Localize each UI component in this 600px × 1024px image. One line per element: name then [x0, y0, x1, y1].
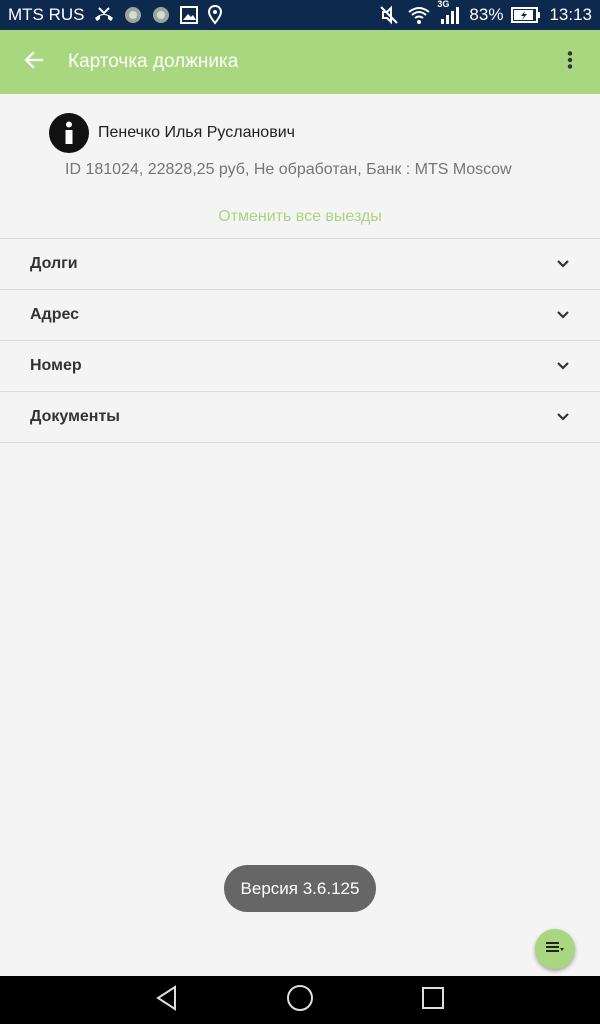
list-menu-icon	[545, 940, 565, 959]
nav-recents-button[interactable]	[403, 976, 463, 1024]
app-icon-2	[151, 5, 171, 25]
status-bar-left: MTS RUS	[8, 5, 223, 25]
section-label: Документы	[30, 408, 120, 425]
app-bar: Карточка должника	[0, 30, 600, 94]
status-bar-right: 3G 83% 13:13	[379, 0, 592, 25]
back-button[interactable]	[0, 30, 68, 94]
location-icon	[207, 5, 223, 25]
network-type-label: 3G	[437, 0, 450, 9]
version-toast: Версия 3.6.125	[224, 865, 376, 912]
page-title: Карточка должника	[68, 51, 239, 72]
chevron-down-icon	[556, 310, 570, 320]
sections-list: Долги Адрес Номер Документы	[0, 238, 600, 443]
nav-back-button[interactable]	[137, 976, 197, 1024]
section-debts[interactable]: Долги	[0, 239, 600, 290]
mute-icon	[379, 5, 399, 25]
cancel-all-visits-button[interactable]: Отменить все выезды	[0, 208, 600, 226]
debtor-name: Пенечко Илья Русланович	[98, 124, 295, 141]
more-vert-icon	[567, 50, 573, 74]
status-bar: MTS RUS 3G 83% 13:13	[0, 0, 600, 30]
circle-home-icon	[286, 984, 314, 1017]
section-label: Номер	[30, 357, 82, 374]
image-icon	[179, 5, 199, 25]
debtor-details: ID 181024, 22828,25 руб, Не обработан, Б…	[65, 161, 512, 178]
overflow-menu-button[interactable]	[540, 30, 600, 94]
chevron-down-icon	[556, 259, 570, 269]
debtor-header: Пенечко Илья Русланович ID 181024, 22828…	[0, 94, 600, 238]
section-address[interactable]: Адрес	[0, 290, 600, 341]
square-recents-icon	[421, 986, 445, 1015]
section-number[interactable]: Номер	[0, 341, 600, 392]
battery-percent: 83%	[469, 5, 504, 24]
section-label: Адрес	[30, 306, 80, 323]
info-icon	[49, 113, 89, 153]
arrow-back-icon	[24, 50, 44, 75]
system-nav-bar	[0, 976, 600, 1024]
section-label: Долги	[30, 255, 78, 272]
clock: 13:13	[549, 5, 592, 24]
triangle-back-icon	[155, 984, 179, 1016]
chevron-down-icon	[556, 412, 570, 422]
missed-call-icon	[93, 6, 115, 24]
wifi-icon	[407, 5, 431, 25]
nav-home-button[interactable]	[270, 976, 330, 1024]
chevron-down-icon	[556, 361, 570, 371]
section-documents[interactable]: Документы	[0, 392, 600, 443]
app-icon-1	[123, 5, 143, 25]
signal-icon: 3G	[437, 0, 461, 25]
menu-fab-button[interactable]	[535, 929, 575, 969]
carrier-label: MTS RUS	[8, 5, 85, 24]
battery-charging-icon	[511, 6, 541, 24]
